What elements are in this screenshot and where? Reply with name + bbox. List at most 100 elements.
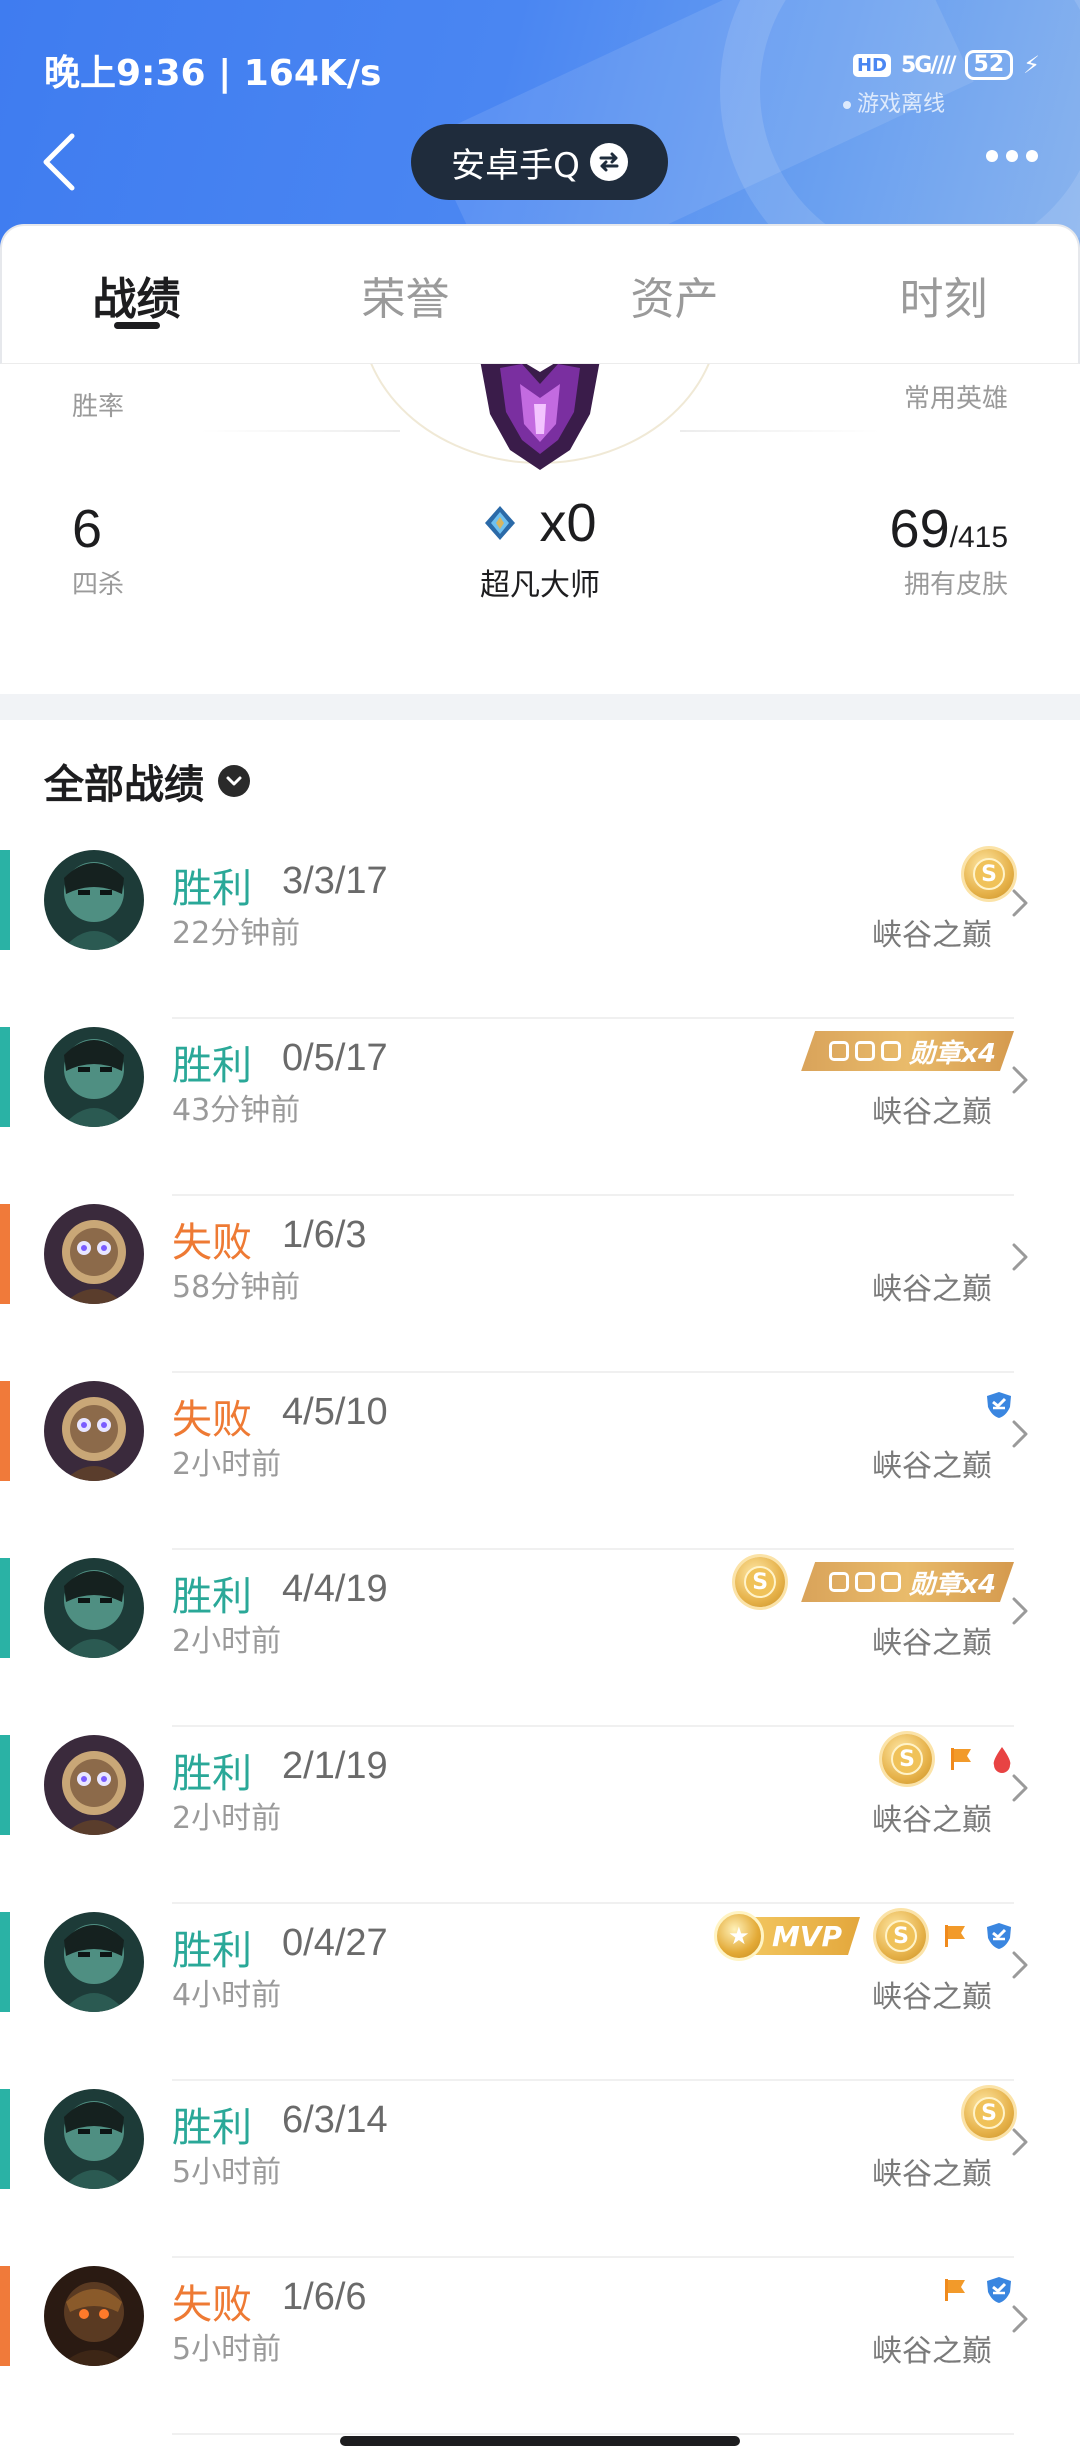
tab-label: 资产 bbox=[630, 273, 719, 325]
gold-coin-icon: S bbox=[735, 1557, 786, 1607]
match-row[interactable]: 失败 1/6/6 5小时前 峡谷之巅 bbox=[0, 2258, 1080, 2435]
match-result: 胜利 bbox=[172, 2105, 252, 2151]
network-type: 5G bbox=[901, 52, 932, 78]
tab-honor[interactable]: 荣誉 bbox=[271, 226, 540, 363]
match-kda: 4/5/10 bbox=[282, 1391, 388, 1433]
chevron-right-icon bbox=[1012, 2305, 1028, 2333]
match-result: 胜利 bbox=[172, 1928, 252, 1974]
match-result: 失败 bbox=[172, 1220, 252, 1266]
match-row[interactable]: 胜利 2/1/19 2小时前 S 峡谷之巅 bbox=[0, 1727, 1080, 1904]
match-badges bbox=[942, 2258, 1014, 2322]
gold-coin-icon: S bbox=[964, 2088, 1014, 2138]
result-accent-bar bbox=[0, 850, 10, 950]
winrate-label: 胜率 bbox=[72, 392, 125, 422]
match-row[interactable]: 胜利 3/3/17 22分钟前 S 峡谷之巅 bbox=[0, 842, 1080, 1019]
match-time: 2小时前 bbox=[172, 1624, 282, 1659]
skin-label: 拥有皮肤 bbox=[903, 570, 1008, 600]
chevron-right-icon bbox=[1012, 1597, 1028, 1625]
match-mode: 峡谷之巅 bbox=[872, 1449, 992, 1484]
match-filter[interactable]: 全部战绩 bbox=[44, 752, 250, 810]
summary-divider-right bbox=[680, 430, 880, 432]
rank-star-icon bbox=[485, 506, 516, 540]
hd-icon: HD bbox=[852, 53, 891, 77]
match-kda: 1/6/6 bbox=[282, 2276, 367, 2318]
rank-stat: x0 超凡大师 bbox=[440, 492, 640, 604]
chevron-right-icon bbox=[1012, 1066, 1028, 1094]
tab-moments[interactable]: 时刻 bbox=[809, 226, 1078, 363]
flag-icon bbox=[945, 1925, 965, 1947]
match-kda: 1/6/3 bbox=[282, 1214, 367, 1256]
match-result: 胜利 bbox=[172, 1043, 252, 1089]
match-mode: 峡谷之巅 bbox=[872, 918, 992, 953]
skin-owned: 69 bbox=[889, 499, 950, 559]
section-title: 全部战绩 bbox=[44, 762, 204, 808]
result-accent-bar bbox=[0, 1027, 10, 1127]
flag-icon bbox=[945, 2279, 965, 2301]
mvp-badge: ★ MVP bbox=[713, 1911, 860, 1961]
hero-avatar bbox=[44, 2266, 144, 2366]
rank-star-count: x0 bbox=[539, 493, 597, 553]
chevron-down-icon bbox=[218, 765, 250, 797]
tab-bar: 战绩 荣誉 资产 时刻 bbox=[0, 224, 1080, 364]
match-kda: 6/3/14 bbox=[282, 2099, 388, 2141]
match-result: 失败 bbox=[172, 1397, 252, 1443]
match-badges: 勋章x4 bbox=[801, 1019, 1014, 1083]
medal-badge: 勋章x4 bbox=[801, 1562, 1014, 1602]
match-row[interactable]: 胜利 4/4/19 2小时前 S 勋章x4 峡谷之巅 bbox=[0, 1550, 1080, 1727]
match-row[interactable]: 胜利 0/4/27 4小时前 ★ MVP S 峡谷之巅 bbox=[0, 1904, 1080, 2081]
match-list: 胜利 3/3/17 22分钟前 S 峡谷之巅 胜利 0/5/17 43分钟前 勋章x4 峡谷之巅失… bbox=[0, 842, 1080, 2435]
match-mode: 峡谷之巅 bbox=[872, 2334, 992, 2369]
row-divider bbox=[172, 2433, 1014, 2435]
match-row[interactable]: 失败 1/6/3 58分钟前 峡谷之巅 bbox=[0, 1196, 1080, 1373]
chevron-right-icon bbox=[1012, 2128, 1028, 2156]
tab-record[interactable]: 战绩 bbox=[2, 226, 271, 363]
match-badges: S bbox=[964, 842, 1014, 906]
account-switcher[interactable]: 安卓手Q bbox=[411, 124, 668, 200]
match-row[interactable]: 胜利 0/5/17 43分钟前 勋章x4 峡谷之巅 bbox=[0, 1019, 1080, 1196]
match-kda: 0/4/27 bbox=[282, 1922, 388, 1964]
match-kda: 4/4/19 bbox=[282, 1568, 388, 1610]
rank-name: 超凡大师 bbox=[480, 568, 600, 603]
switch-account-icon bbox=[589, 143, 628, 181]
chevron-right-icon bbox=[1012, 1951, 1028, 1979]
match-time: 22分钟前 bbox=[172, 916, 301, 951]
skin-stat: 69/415 拥有皮肤 bbox=[890, 498, 1008, 601]
gold-coin-icon: S bbox=[876, 1911, 926, 1961]
gold-coin-icon: S bbox=[964, 849, 1014, 899]
medal-text: 勋章x4 bbox=[909, 1569, 996, 1600]
match-row[interactable]: 失败 4/5/10 2小时前 峡谷之巅 bbox=[0, 1373, 1080, 1550]
status-icons: HD 5G//// 52 ⚡ bbox=[852, 50, 1040, 80]
tab-label: 时刻 bbox=[899, 273, 988, 325]
match-mode: 峡谷之巅 bbox=[872, 1095, 992, 1130]
hero-avatar bbox=[44, 1912, 144, 2012]
account-name: 安卓手Q bbox=[451, 145, 580, 186]
more-dots-icon[interactable] bbox=[986, 150, 1038, 162]
home-indicator[interactable] bbox=[340, 2436, 740, 2446]
match-time: 2小时前 bbox=[172, 1447, 282, 1482]
tab-assets[interactable]: 资产 bbox=[540, 226, 809, 363]
mvp-coin-icon: ★ bbox=[713, 1911, 764, 1961]
medal-text: 勋章x4 bbox=[909, 1038, 996, 1069]
shield-badge-icon bbox=[987, 1392, 1011, 1418]
gold-coin-icon: S bbox=[882, 1734, 932, 1784]
match-result: 失败 bbox=[172, 2282, 252, 2328]
quadra-kill-value: 6 bbox=[72, 499, 103, 559]
result-accent-bar bbox=[0, 2266, 10, 2366]
match-time: 4小时前 bbox=[172, 1978, 282, 2013]
back-button[interactable] bbox=[38, 130, 88, 191]
section-separator bbox=[0, 694, 1080, 720]
match-kda: 3/3/17 bbox=[282, 860, 388, 902]
tab-active-indicator bbox=[113, 322, 160, 329]
match-row[interactable]: 胜利 6/3/14 5小时前 S 峡谷之巅 bbox=[0, 2081, 1080, 2258]
result-accent-bar bbox=[0, 1558, 10, 1658]
tab-label: 荣誉 bbox=[361, 273, 450, 325]
result-accent-bar bbox=[0, 1381, 10, 1481]
chevron-right-icon bbox=[1012, 1243, 1028, 1271]
result-accent-bar bbox=[0, 1204, 10, 1304]
match-result: 胜利 bbox=[172, 866, 252, 912]
match-result: 胜利 bbox=[172, 1574, 252, 1620]
chevron-right-icon bbox=[1012, 889, 1028, 917]
favorite-hero-label: 常用英雄 bbox=[903, 384, 1008, 414]
summary-divider-left bbox=[200, 430, 400, 432]
chevron-right-icon bbox=[1012, 1420, 1028, 1448]
